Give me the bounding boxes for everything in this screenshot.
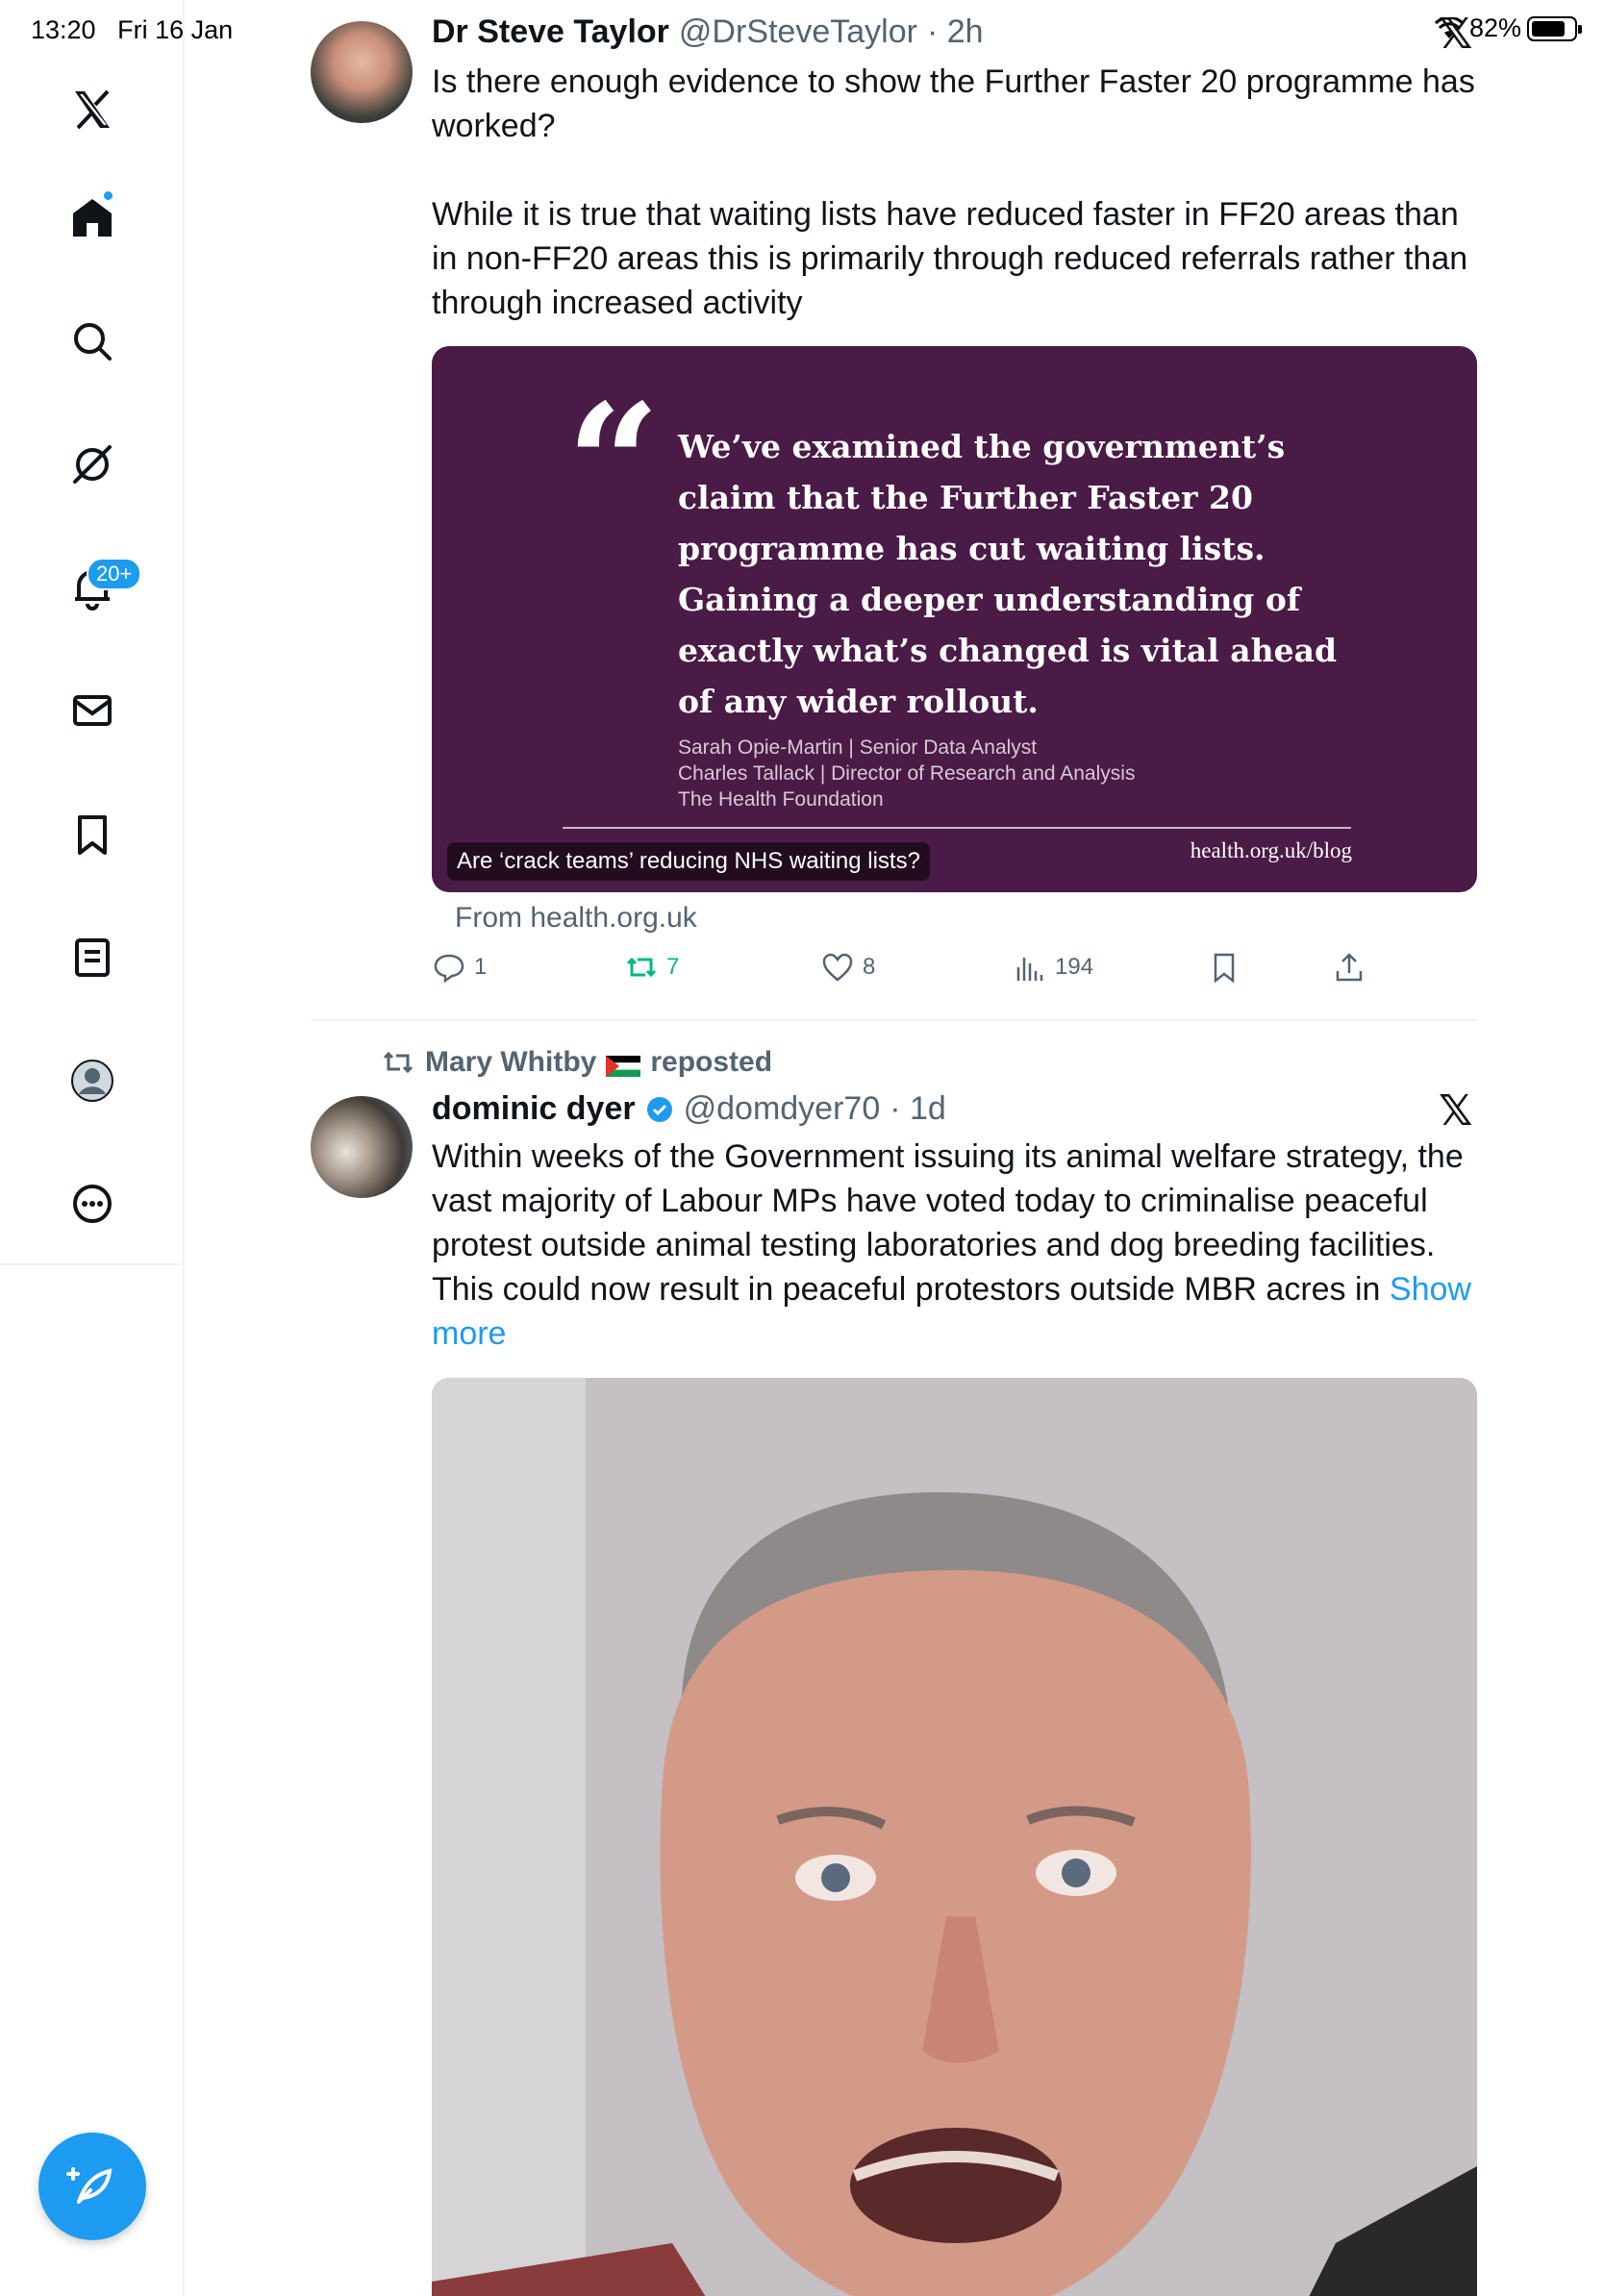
- battery-percent: 82%: [1468, 13, 1521, 42]
- reposter-name[interactable]: Mary Whitby: [425, 1046, 596, 1079]
- author-handle[interactable]: @DrSteveTaylor: [679, 13, 917, 51]
- attribution-line: Sarah Opie-Martin | Senior Data Analyst: [678, 736, 1038, 759]
- card-title-label: Are ‘crack teams’ reducing NHS waiting l…: [447, 842, 930, 881]
- card-url: health.org.uk/blog: [1190, 838, 1352, 862]
- x-logo-icon[interactable]: [63, 81, 121, 138]
- attribution-line: The Health Foundation: [678, 788, 884, 811]
- repost-button[interactable]: 7: [624, 950, 679, 985]
- author-handle[interactable]: @domdyer70: [684, 1090, 881, 1128]
- repost-icon: [626, 957, 657, 978]
- x-icon: 𝕏: [1439, 1087, 1473, 1135]
- link-card[interactable]: “ We’ve examined the government’s claim …: [432, 346, 1477, 892]
- video-player[interactable]: [432, 1378, 1477, 2296]
- verified-badge-icon: [646, 1096, 672, 1122]
- profile-icon[interactable]: [63, 1052, 121, 1110]
- x-icon: 𝕏: [1439, 11, 1473, 58]
- heart-icon: [822, 953, 853, 982]
- tweet-header: Dr Steve Taylor @DrSteveTaylor · 2h: [432, 13, 984, 51]
- quote-mark-icon: “: [566, 368, 661, 561]
- attribution-line: Charles Tallack | Director of Research a…: [678, 762, 1136, 785]
- video-frame: [432, 1378, 1477, 2296]
- bookmark-icon: [1214, 953, 1235, 984]
- card-attribution: Sarah Opie-Martin | Senior Data Analyst …: [678, 735, 1135, 812]
- reposted-label: reposted: [650, 1046, 773, 1078]
- more-icon[interactable]: [63, 1175, 121, 1233]
- grok-icon[interactable]: [63, 436, 121, 493]
- tweet-separator: [311, 1019, 1477, 1021]
- compose-button[interactable]: [38, 2133, 146, 2240]
- sidebar: 20+: [0, 0, 185, 2296]
- repost-icon: [383, 1051, 414, 1074]
- tweet-time[interactable]: · 2h: [927, 13, 984, 51]
- home-icon[interactable]: [63, 188, 121, 246]
- reply-button[interactable]: 1: [432, 950, 487, 985]
- card-divider: [563, 827, 1351, 829]
- palestine-flag-icon: [606, 1052, 641, 1077]
- repost-count: 7: [666, 954, 680, 980]
- tweet-text: Within weeks of the Government issuing i…: [432, 1135, 1480, 1356]
- mail-icon[interactable]: [63, 682, 121, 739]
- like-button[interactable]: 8: [820, 950, 875, 985]
- search-icon[interactable]: [63, 312, 121, 370]
- like-count: 8: [863, 954, 876, 980]
- tweet-text: Is there enough evidence to show the Fur…: [432, 63, 1475, 321]
- tweet-body: Within weeks of the Government issuing i…: [432, 1138, 1473, 1308]
- share-button[interactable]: [1332, 950, 1366, 985]
- bookmark-icon[interactable]: [63, 806, 121, 863]
- analytics-icon: [1016, 958, 1043, 981]
- view-count: 194: [1055, 954, 1094, 980]
- share-icon: [1336, 953, 1363, 982]
- card-quote: We’ve examined the government’s claim th…: [678, 428, 1338, 720]
- battery-icon: [1527, 15, 1582, 41]
- bookmark-button[interactable]: [1207, 950, 1241, 985]
- tweet-time[interactable]: · 1d: [890, 1090, 946, 1128]
- card-source[interactable]: From health.org.uk: [455, 902, 697, 935]
- home-unread-dot: [104, 191, 113, 200]
- author-name[interactable]: Dr Steve Taylor: [432, 13, 669, 51]
- notifications-badge: 20+: [87, 558, 142, 590]
- repost-context: Mary Whitby reposted: [381, 1046, 772, 1079]
- views-button[interactable]: 194: [1013, 950, 1093, 985]
- author-name[interactable]: dominic dyer: [432, 1090, 636, 1128]
- sidebar-divider: [0, 1263, 185, 1265]
- tweet-header: dominic dyer @domdyer70 · 1d: [432, 1090, 946, 1128]
- reply-count: 1: [474, 954, 488, 980]
- reply-icon: [434, 954, 464, 984]
- avatar[interactable]: [311, 1096, 413, 1198]
- tweet-actions: 1 7 8 194: [432, 950, 1393, 992]
- avatar[interactable]: [311, 21, 413, 123]
- feather-plus-icon: [66, 2167, 113, 2204]
- lists-icon[interactable]: [63, 929, 121, 986]
